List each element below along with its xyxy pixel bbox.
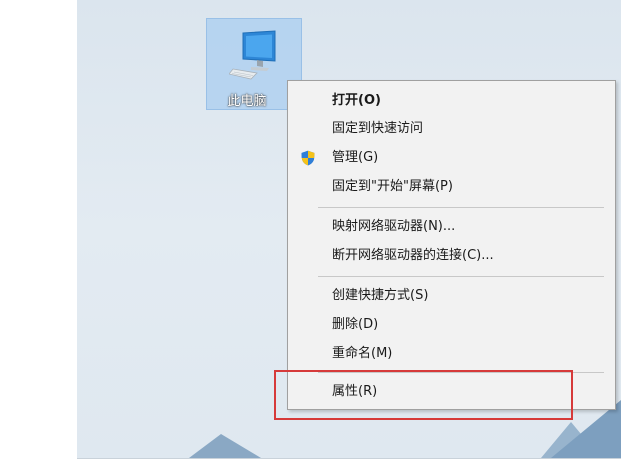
menu-separator: [318, 276, 604, 277]
menu-item-rename-label: 重命名(M): [332, 346, 393, 361]
context-menu: 打开(O) 固定到快速访问 管理(G) 固定到"开始"屏幕(P) 映射网络驱动器…: [287, 80, 616, 410]
menu-item-open[interactable]: 打开(O): [288, 87, 615, 115]
annotation-highlight-box: [274, 370, 573, 420]
menu-item-disconnect-network-drive[interactable]: 断开网络驱动器的连接(C)...: [288, 242, 615, 270]
shield-icon: [301, 150, 315, 166]
menu-item-create-shortcut-label: 创建快捷方式(S): [332, 288, 429, 303]
menu-item-delete-label: 删除(D): [332, 317, 379, 332]
menu-item-disconnect-network-drive-label: 断开网络驱动器的连接(C)...: [332, 248, 494, 263]
wallpaper-mountain-left: [189, 434, 261, 458]
menu-item-delete[interactable]: 删除(D): [288, 311, 615, 339]
menu-item-pin-quick-access[interactable]: 固定到快速访问: [288, 115, 615, 143]
menu-item-pin-start-label: 固定到"开始"屏幕(P): [332, 179, 453, 194]
menu-item-manage-label: 管理(G): [332, 150, 379, 165]
menu-separator: [318, 207, 604, 208]
menu-item-pin-start[interactable]: 固定到"开始"屏幕(P): [288, 173, 615, 201]
screenshot-frame: 此电脑 打开(O) 固定到快速访问 管理(G) 固定到"开始"屏幕(P) 映射网…: [0, 0, 621, 462]
this-pc-label: 此电脑: [227, 94, 267, 109]
taskbar-edge: [77, 458, 621, 462]
menu-item-map-network-drive-label: 映射网络驱动器(N)...: [332, 219, 456, 234]
menu-item-map-network-drive[interactable]: 映射网络驱动器(N)...: [288, 213, 615, 241]
computer-icon: [229, 30, 276, 80]
menu-item-pin-quick-access-label: 固定到快速访问: [332, 121, 424, 136]
menu-item-create-shortcut[interactable]: 创建快捷方式(S): [288, 282, 615, 310]
menu-item-rename[interactable]: 重命名(M): [288, 340, 615, 368]
menu-item-open-label: 打开(O): [332, 93, 381, 108]
menu-item-manage[interactable]: 管理(G): [288, 144, 615, 172]
